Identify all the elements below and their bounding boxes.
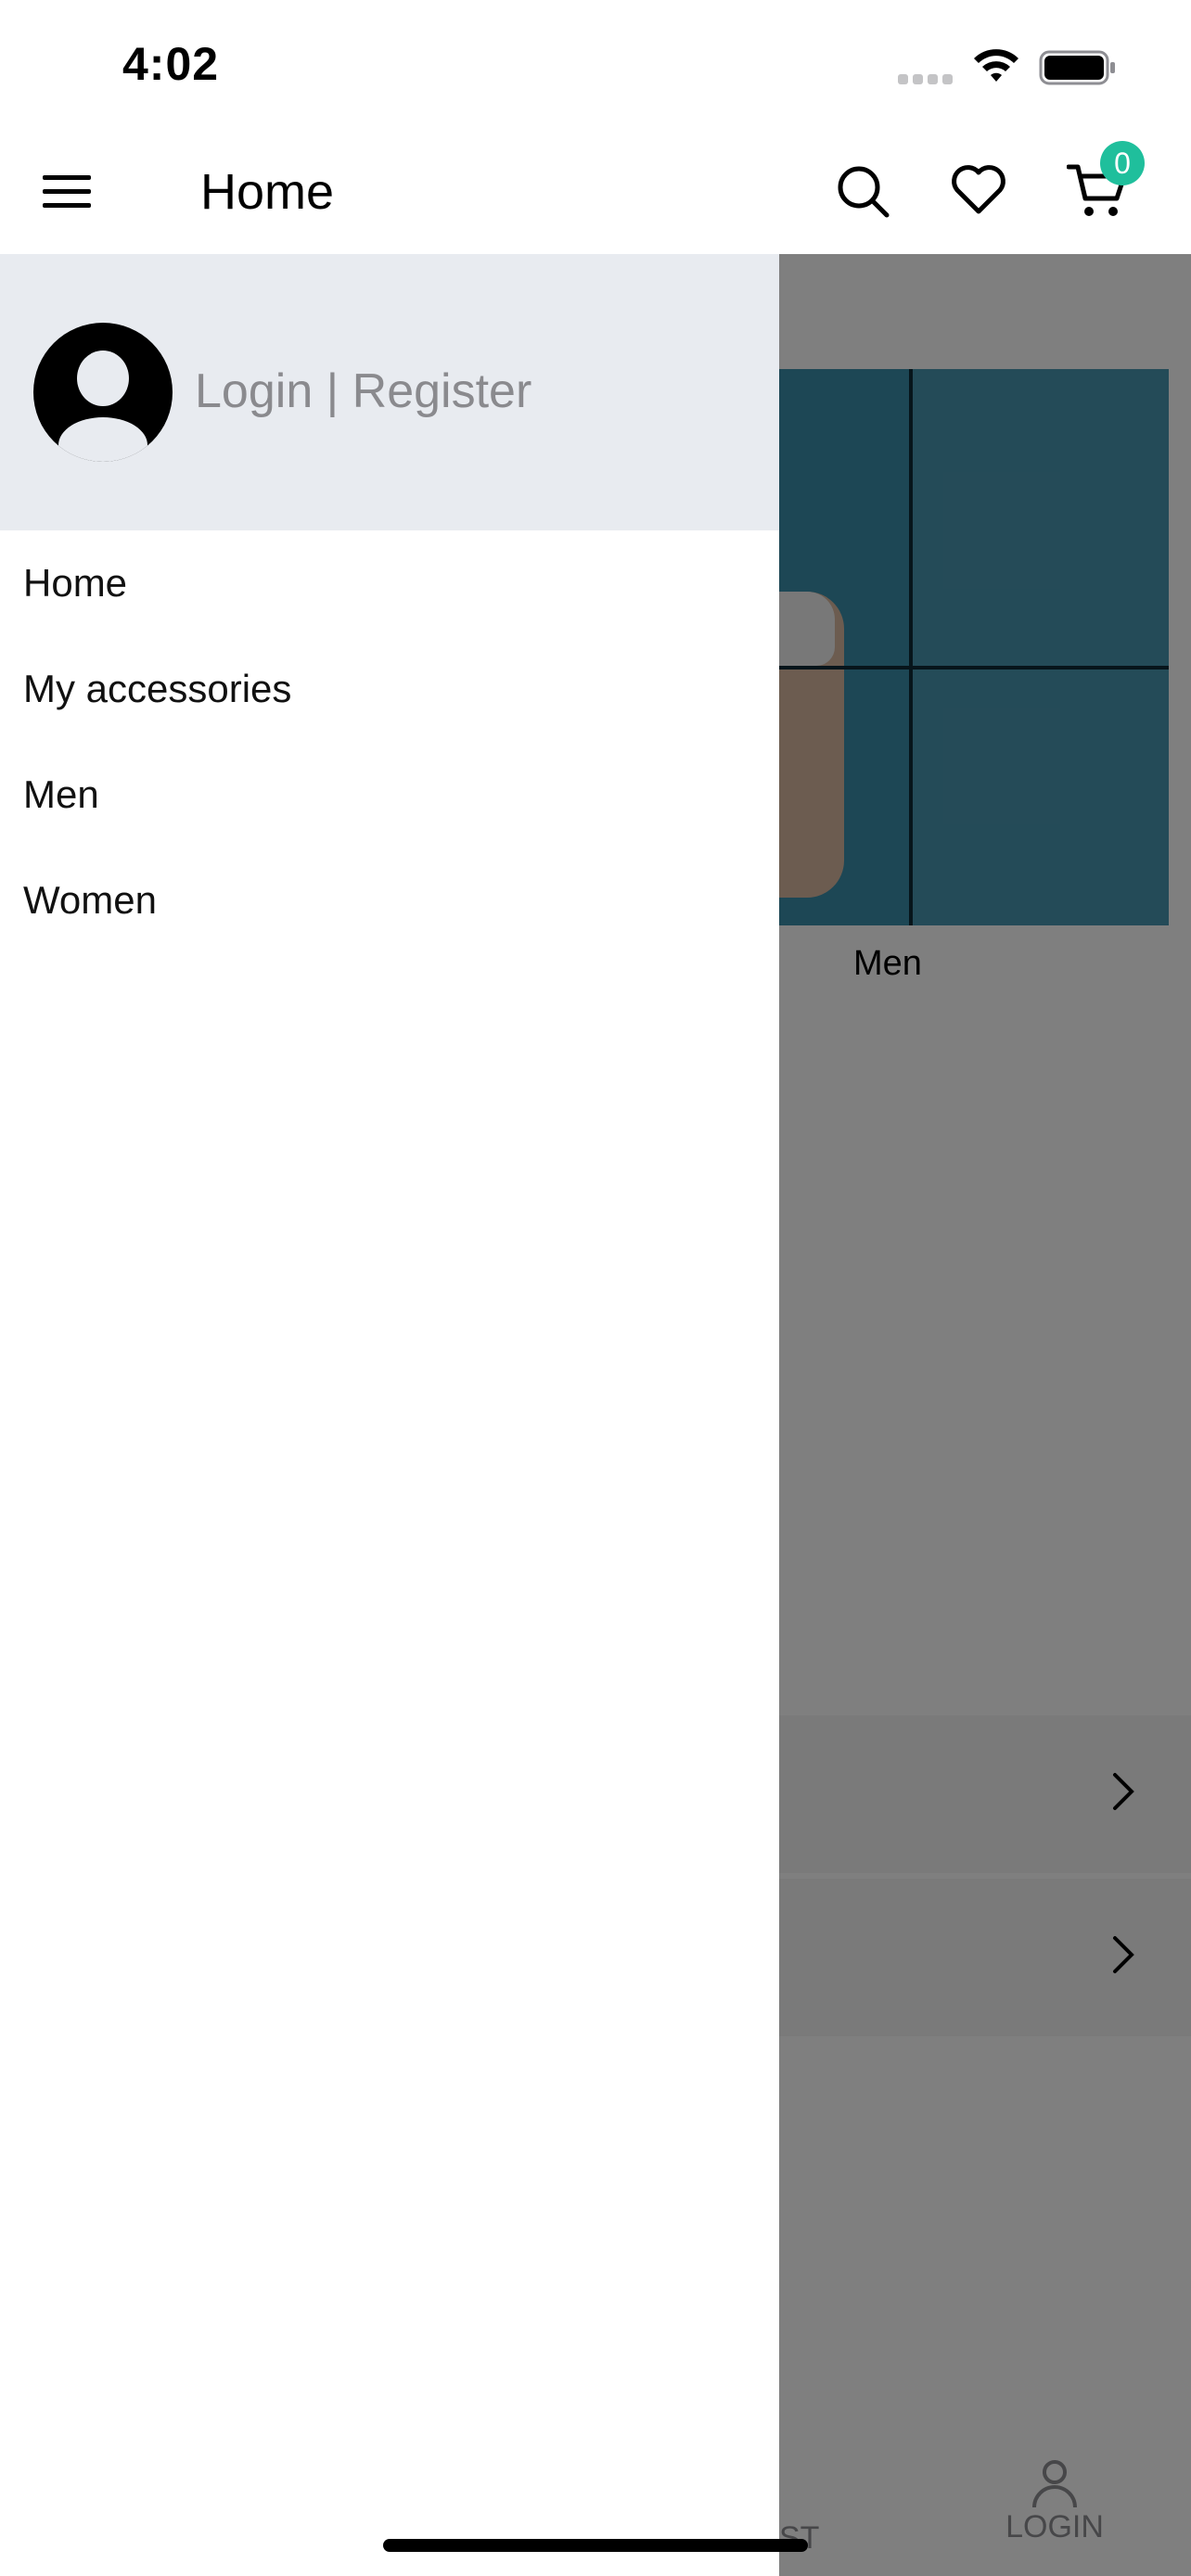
home-indicator <box>383 2539 808 2552</box>
cart-count-badge: 0 <box>1100 141 1145 185</box>
app-bar: Home 0 <box>0 130 1191 254</box>
wifi-icon <box>974 49 1018 82</box>
page-title: Home <box>200 164 335 220</box>
search-icon[interactable] <box>835 163 890 219</box>
side-drawer: Login | Register Home My accessories Men… <box>0 254 779 2576</box>
heart-icon[interactable] <box>950 161 1007 217</box>
drawer-header: Login | Register <box>0 254 779 530</box>
status-bar: 4:02 <box>0 0 1191 130</box>
drawer-item-men[interactable]: Men <box>0 742 779 848</box>
drawer-item-my-accessories[interactable]: My accessories <box>0 636 779 742</box>
signal-icon <box>898 72 957 84</box>
login-register-link[interactable]: Login | Register <box>195 363 531 419</box>
avatar-icon <box>33 323 173 462</box>
status-time: 4:02 <box>122 38 220 90</box>
drawer-item-home[interactable]: Home <box>0 530 779 636</box>
battery-icon <box>1039 50 1115 85</box>
menu-icon[interactable] <box>41 172 93 212</box>
drawer-menu: Home My accessories Men Women <box>0 530 779 953</box>
drawer-item-women[interactable]: Women <box>0 848 779 953</box>
